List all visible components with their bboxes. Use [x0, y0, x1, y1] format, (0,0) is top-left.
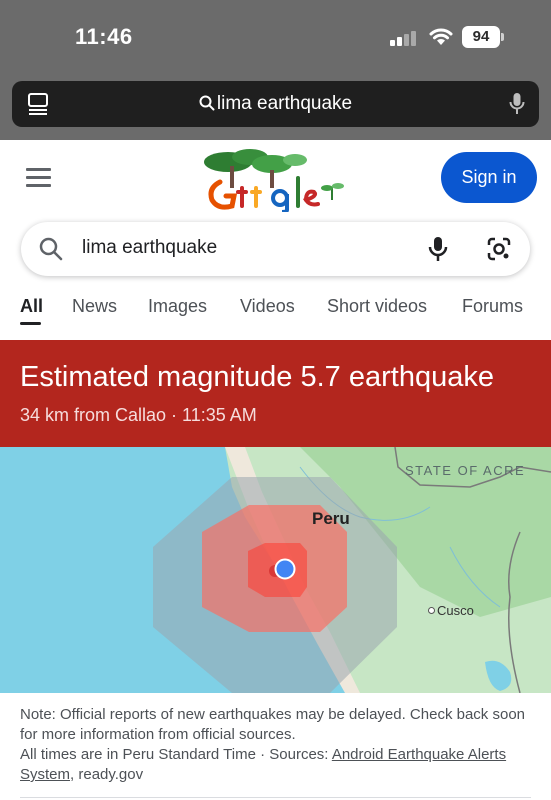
- google-doodle-logo[interactable]: [200, 148, 352, 212]
- address-query: lima earthquake: [216, 93, 353, 114]
- earthquake-note: Note: Official reports of new earthquake…: [20, 705, 535, 785]
- note-source-suffix: , ready.gov: [70, 766, 144, 783]
- earthquake-alert-banner[interactable]: Estimated magnitude 5.7 earthquake 34 km…: [0, 340, 551, 447]
- divider: [20, 797, 531, 798]
- search-icon[interactable]: [38, 236, 64, 262]
- earthquake-title: Estimated magnitude 5.7 earthquake: [20, 361, 494, 393]
- map-label-city: Cusco: [437, 603, 474, 618]
- microphone-icon[interactable]: [509, 92, 525, 116]
- sign-in-button[interactable]: Sign in: [441, 152, 537, 203]
- earthquake-map[interactable]: STATE OF ACRE Peru Cusco: [0, 447, 551, 693]
- earthquake-location-time: 34 km from Callao · 11:35 AM: [20, 405, 257, 425]
- map-label-region: STATE OF ACRE: [405, 463, 526, 478]
- search-tabs: All News Images Videos Short videos Foru…: [20, 296, 551, 326]
- tab-short-videos[interactable]: Short videos: [327, 296, 427, 317]
- voice-search-icon[interactable]: [428, 235, 448, 263]
- battery-indicator: 94: [462, 26, 504, 48]
- tab-all[interactable]: All: [20, 296, 43, 317]
- search-input[interactable]: lima earthquake: [82, 237, 217, 259]
- wifi-icon: [429, 28, 453, 45]
- search-icon: [199, 95, 215, 111]
- google-lens-icon[interactable]: [486, 236, 512, 262]
- tab-images[interactable]: Images: [148, 296, 207, 317]
- browser-chrome: 11:46 94 lima earthquake: [0, 0, 551, 140]
- city-marker: [428, 607, 435, 614]
- search-box[interactable]: lima earthquake: [21, 222, 530, 276]
- active-tab-indicator: [20, 322, 41, 325]
- hamburger-menu-icon[interactable]: [26, 168, 51, 188]
- tab-videos[interactable]: Videos: [240, 296, 295, 317]
- note-times-text: All times are in Peru Standard Time · So…: [20, 746, 332, 763]
- status-time: 11:46: [75, 24, 133, 49]
- tab-forums[interactable]: Forums: [462, 296, 523, 317]
- address-bar[interactable]: lima earthquake: [12, 81, 539, 127]
- map-label-country: Peru: [312, 509, 350, 528]
- note-sources: All times are in Peru Standard Time · So…: [20, 745, 535, 785]
- cellular-signal-icon: [390, 30, 420, 46]
- epicenter-marker-icon: [274, 558, 296, 580]
- tab-news[interactable]: News: [72, 296, 117, 317]
- address-text[interactable]: lima earthquake: [12, 93, 539, 115]
- note-delay-text: Note: Official reports of new earthquake…: [20, 706, 525, 743]
